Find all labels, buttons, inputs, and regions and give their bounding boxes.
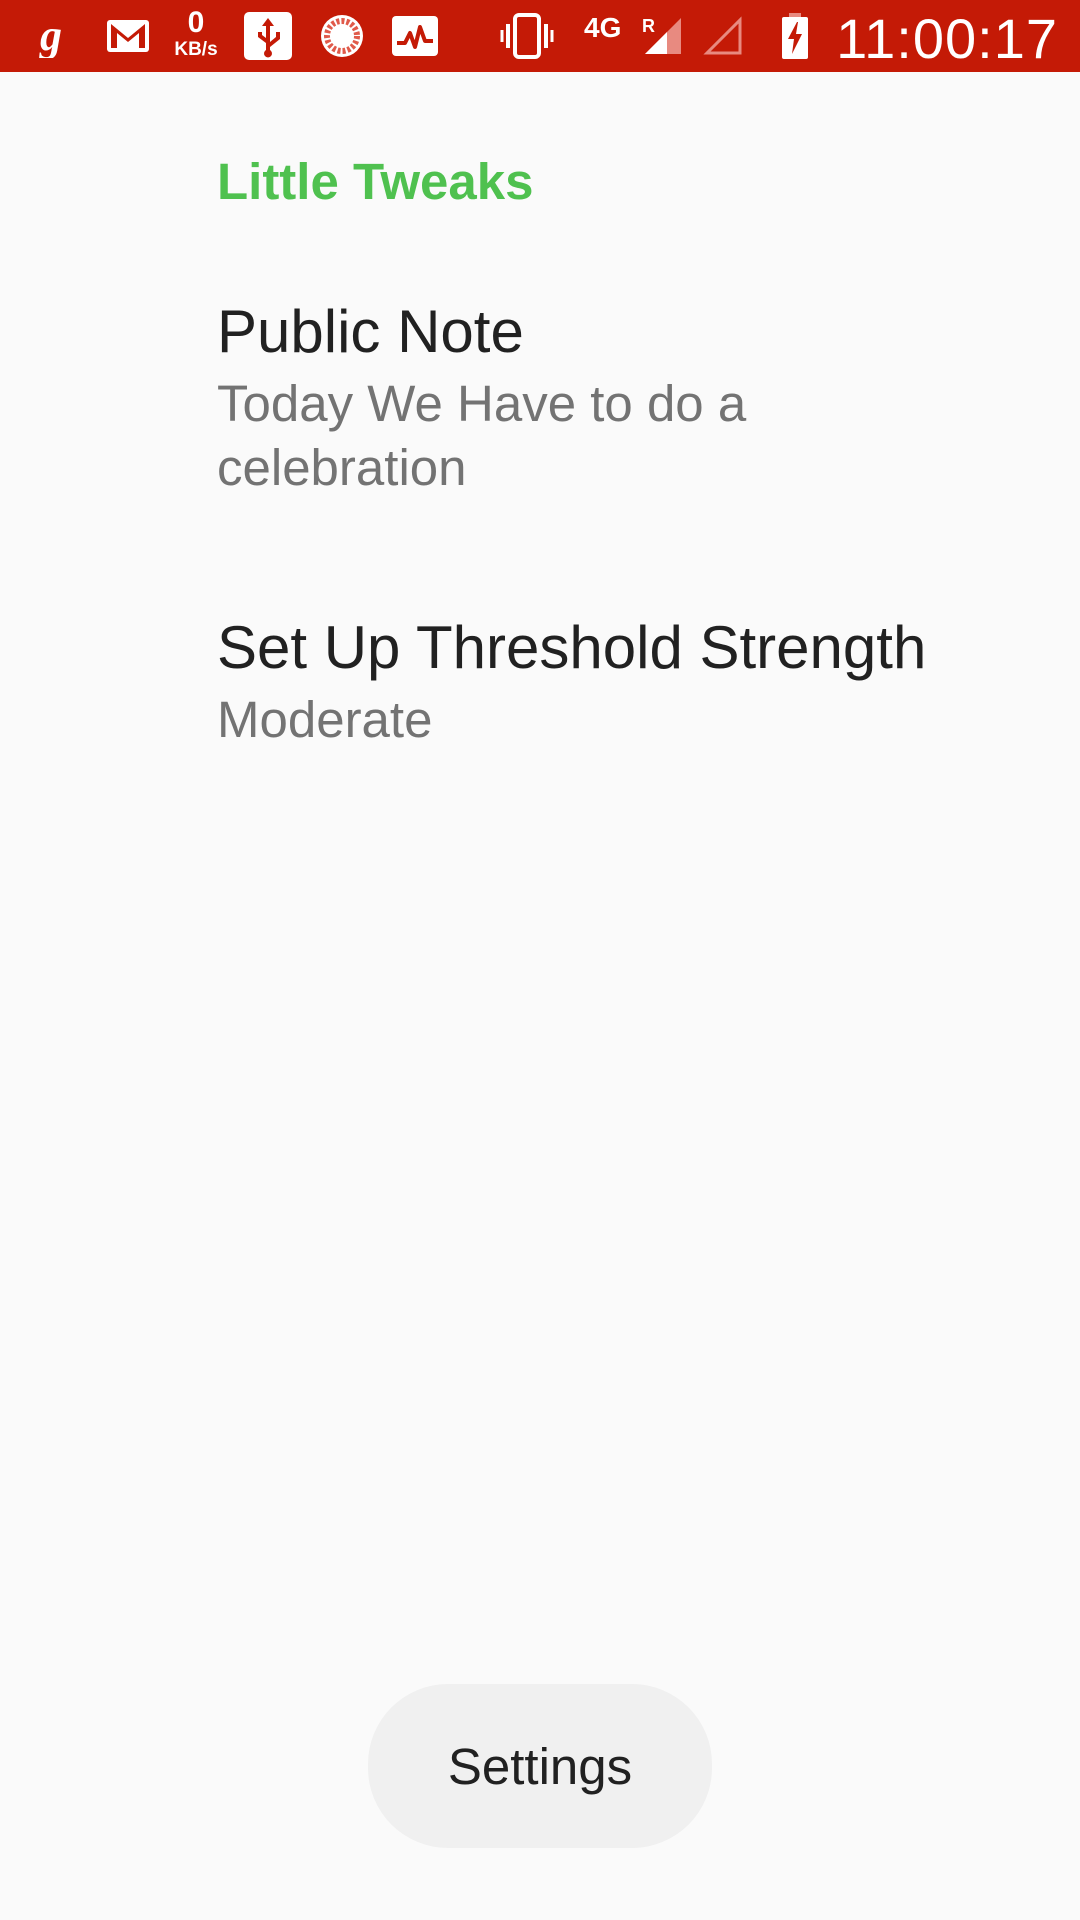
pref-summary: Today We Have to do a celebration <box>217 375 747 496</box>
gaana-icon: g <box>32 0 76 72</box>
network-type-label: 4G <box>584 12 622 43</box>
vibrate-icon <box>500 0 554 72</box>
activity-icon <box>390 0 440 72</box>
category-title: Little Tweaks <box>217 153 534 210</box>
signal-icon <box>642 0 684 72</box>
pref-title: Set Up Threshold Strength <box>217 614 927 681</box>
pref-title: Public Note <box>217 298 524 365</box>
recording-icon <box>318 0 366 72</box>
pref-threshold-strength[interactable]: Set Up Threshold Strength Moderate <box>217 612 997 752</box>
net-speed-unit: KB/s <box>174 39 218 60</box>
pref-summary: Moderate <box>217 691 433 748</box>
gmail-icon <box>104 0 152 72</box>
settings-button[interactable]: Settings <box>368 1684 712 1848</box>
net-speed-indicator: 0 KB/s <box>168 6 224 60</box>
usb-icon <box>242 0 294 72</box>
status-bar: g 0 KB/s 4G R 11:00:17 <box>0 0 1080 72</box>
status-clock: 11:00:17 <box>836 7 1058 70</box>
svg-text:g: g <box>39 14 62 58</box>
pref-public-note[interactable]: Public Note Today We Have to do a celebr… <box>217 296 997 500</box>
net-speed-value: 0 <box>187 6 205 39</box>
signal-empty-icon <box>702 0 744 72</box>
battery-charging-icon <box>780 0 810 72</box>
